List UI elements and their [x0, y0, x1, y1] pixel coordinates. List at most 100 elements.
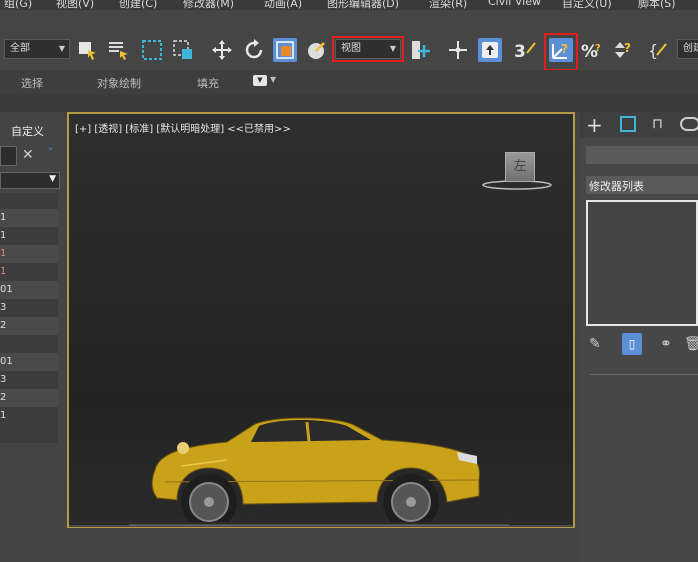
viewcube-face[interactable]: 左	[505, 152, 535, 182]
named-selection-icon: {	[648, 41, 667, 60]
list-item[interactable]: 2	[0, 317, 58, 335]
ribbon: 选择 对象绘制 填充 ▼ ▼	[0, 70, 698, 95]
remove-modifier-icon[interactable]: 🗑	[684, 336, 698, 352]
list-item[interactable]: 1	[0, 227, 58, 245]
select-by-name-button[interactable]	[106, 38, 130, 62]
snap-3d-icon: 3	[514, 42, 536, 61]
select-object-icon	[79, 42, 96, 60]
place-button[interactable]	[305, 38, 329, 62]
edit-named-selections-button[interactable]: {	[647, 38, 671, 62]
move-button[interactable]	[210, 38, 234, 62]
keyboard-shortcut-override-button[interactable]	[478, 38, 502, 62]
ribbon-tab-populate[interactable]: 填充	[197, 75, 219, 91]
rectangular-selection-icon	[142, 40, 162, 60]
scene-explorer-panel: 自定义 » ✕ ▼ 1 1 1 1 01 3 2 01 3 2 1	[0, 112, 62, 562]
viewport-label-menu[interactable]: [+] [透视] [标准] [默认明暗处理] <<已禁用>>	[75, 120, 291, 135]
place-icon	[308, 42, 325, 59]
list-item[interactable]: 3	[0, 299, 58, 317]
list-item[interactable]: 01	[0, 281, 58, 299]
perspective-viewport[interactable]: [+] [透视] [标准] [默认明暗处理] <<已禁用>> 左	[67, 112, 575, 530]
close-icon[interactable]: ✕	[22, 147, 34, 163]
svg-text:{: {	[648, 41, 658, 60]
show-end-result-icon[interactable]: ▯	[622, 333, 642, 355]
modify-tab-icon[interactable]	[620, 116, 636, 132]
percent-snap-icon: %?	[581, 42, 601, 61]
object-name-field[interactable]	[586, 146, 698, 164]
menu-modifiers[interactable]: 修改器(M)	[183, 0, 234, 10]
scale-icon	[276, 41, 294, 59]
menu-group[interactable]: 组(G)	[4, 0, 32, 10]
modifier-stack[interactable]	[586, 200, 698, 326]
filter-dropdown[interactable]: ▼	[0, 172, 60, 189]
command-panel: + ⊓ 修改器列表 ✎ ▯ ⚭ 🗑	[580, 112, 698, 562]
list-item[interactable]: 3	[0, 371, 58, 389]
snaps-toggle-button[interactable]: 3	[513, 38, 537, 62]
list-item[interactable]: 1	[0, 245, 58, 263]
create-selection-set-label: 创建	[683, 43, 698, 54]
coordinate-highlight-box	[332, 36, 404, 62]
command-panel-tabs: + ⊓	[580, 112, 698, 138]
menu-animation[interactable]: 动画(A)	[264, 0, 302, 10]
ribbon-options-icon[interactable]: ▼	[253, 75, 267, 86]
menu-civil-view[interactable]: Civil View	[488, 0, 541, 8]
window-crossing-button[interactable]	[171, 38, 195, 62]
divider	[590, 374, 698, 375]
list-item[interactable]: 01	[0, 353, 58, 371]
scale-button[interactable]	[273, 38, 297, 62]
rotate-icon	[245, 39, 263, 59]
ribbon-bottom-strip	[0, 94, 698, 112]
expand-icon[interactable]: »	[48, 144, 53, 153]
svg-text:3: 3	[514, 42, 526, 61]
hierarchy-tab-icon[interactable]: ⊓	[652, 116, 663, 132]
list-item[interactable]	[0, 335, 58, 353]
chevron-down-icon: ▼	[49, 174, 56, 184]
menu-customize[interactable]: 自定义(U)	[562, 0, 612, 10]
chevron-down-icon: ▼	[58, 44, 65, 53]
select-by-name-icon	[109, 42, 128, 60]
ribbon-tab-selection[interactable]: 选择	[21, 75, 43, 91]
shortcut-override-icon	[482, 42, 498, 58]
create-selection-set-field[interactable]: 创建	[677, 39, 698, 59]
car-model-shape	[151, 417, 480, 530]
scene-explorer-header: 自定义	[11, 125, 44, 138]
svg-text:?: ?	[624, 41, 631, 55]
spinner-snap-icon: ?	[615, 41, 631, 58]
pin-stack-icon[interactable]: ✎	[589, 336, 601, 352]
selection-filter-dropdown[interactable]: 全部 ▼	[4, 39, 70, 59]
spinner-snap-toggle-button[interactable]: ?	[611, 38, 635, 62]
chevron-down-icon[interactable]: ▼	[270, 75, 276, 84]
menu-bar: 组(G) 视图(V) 创建(C) 修改器(M) 动画(A) 图形编辑器(D) 渲…	[0, 0, 698, 10]
ground-grid-lines	[69, 524, 573, 527]
modifier-list-label: 修改器列表	[589, 180, 644, 193]
menu-graph-editors[interactable]: 图形编辑器(D)	[327, 0, 399, 10]
rotate-button[interactable]	[242, 38, 266, 62]
angle-snap-highlight-box	[544, 33, 578, 71]
menu-scripting[interactable]: 脚本(S)	[638, 0, 676, 10]
main-toolbar: 全部 ▼ 视图 ▼ 3 ? %? ? {创	[0, 10, 698, 71]
select-manipulate-icon	[449, 41, 467, 59]
car-model[interactable]	[147, 410, 487, 530]
menu-rendering[interactable]: 渲染(R)	[429, 0, 467, 10]
move-icon	[212, 40, 232, 60]
pivot-center-icon	[412, 41, 430, 59]
list-item[interactable]: 1	[0, 407, 58, 425]
motion-tab-icon[interactable]	[680, 117, 698, 131]
search-input[interactable]	[0, 146, 17, 166]
list-item[interactable]: 2	[0, 389, 58, 407]
list-item[interactable]: 1	[0, 263, 58, 281]
create-tab-plus-icon[interactable]: +	[586, 113, 603, 137]
pivot-center-button[interactable]	[409, 38, 433, 62]
window-crossing-icon	[173, 40, 192, 59]
rectangular-selection-button[interactable]	[140, 38, 164, 62]
ribbon-tab-object-paint[interactable]: 对象绘制	[97, 75, 141, 91]
menu-create[interactable]: 创建(C)	[119, 0, 157, 10]
percent-snap-toggle-button[interactable]: %?	[581, 38, 605, 62]
select-object-button[interactable]	[75, 38, 99, 62]
svg-text:?: ?	[595, 43, 601, 54]
scene-object-list: 1 1 1 1 01 3 2 01 3 2 1	[0, 193, 58, 443]
list-item[interactable]: 1	[0, 209, 58, 227]
modifier-list-dropdown[interactable]: 修改器列表	[586, 176, 698, 194]
select-manipulate-button[interactable]	[446, 38, 470, 62]
menu-view[interactable]: 视图(V)	[56, 0, 94, 10]
make-unique-icon[interactable]: ⚭	[660, 336, 672, 352]
